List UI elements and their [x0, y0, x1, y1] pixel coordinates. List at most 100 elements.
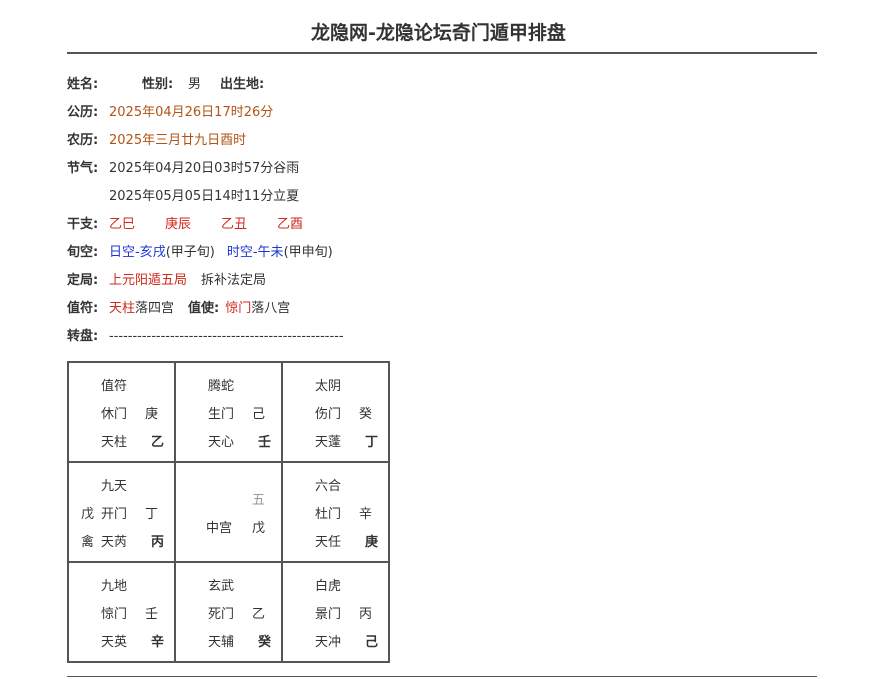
star-stem: 丙	[151, 535, 165, 550]
zhifu-label: 值符:	[67, 301, 99, 316]
star-name: 天辅	[208, 635, 235, 650]
row-ganzhi: 干支: 乙巳 庚辰 乙丑 乙酉	[67, 212, 787, 240]
door-stem: 庚	[145, 407, 159, 422]
door-name: 开门	[101, 507, 128, 522]
lunar-value: 2025年三月廿九日酉时	[109, 133, 247, 148]
palace-cell: 九地 惊门 壬 天英 辛	[67, 561, 176, 663]
palace-cell: 玄武 死门 乙 天辅 癸	[174, 561, 283, 663]
star-name: 天蓬	[315, 435, 342, 450]
ju-value: 上元阳遁五局	[109, 273, 188, 288]
door-name: 伤门	[315, 407, 342, 422]
solar-term-1: 2025年04月20日03时57分谷雨	[109, 161, 300, 176]
info-section: 姓名: 性别: 男 出生地: 公历: 2025年04月26日17时26分 农历: 2025…	[67, 72, 787, 352]
center-stem: 戊	[252, 521, 266, 536]
birthplace-label: 出生地:	[220, 77, 265, 92]
door-name: 杜门	[315, 507, 342, 522]
ganzhi-label: 干支:	[67, 217, 99, 232]
name-label: 姓名:	[67, 77, 99, 92]
row-xunkong: 旬空: 日空-亥戌(甲子旬) 时空-午未(甲申旬)	[67, 240, 787, 268]
star-name: 天柱	[101, 435, 128, 450]
row-zhifu: 值符: 天柱落四宫 值使: 惊门落八宫	[67, 296, 787, 324]
star-name: 天心	[208, 435, 235, 450]
god-name: 腾蛇	[208, 379, 235, 394]
row-ju: 定局: 上元阳遁五局 拆补法定局	[67, 268, 787, 296]
row-solar: 公历: 2025年04月26日17时26分	[67, 100, 787, 128]
hour-xun: (甲申旬)	[283, 245, 333, 260]
god-name: 白虎	[315, 579, 342, 594]
row-solar-term-1: 节气: 2025年04月20日03时57分谷雨	[67, 156, 787, 184]
god-name: 值符	[101, 379, 128, 394]
star-stem: 癸	[258, 635, 272, 650]
door-stem: 丁	[145, 507, 159, 522]
zhishi-palace: 落八宫	[251, 301, 291, 316]
zhuanpan-dashes: ----------------------------------------…	[109, 329, 344, 344]
row-basic: 姓名: 性别: 男 出生地:	[67, 72, 787, 100]
door-stem: 乙	[252, 607, 266, 622]
zhishi-label: 值使:	[188, 301, 220, 316]
palace-cell: 白虎 景门 丙 天冲 己	[281, 561, 390, 663]
ju-method: 拆补法定局	[201, 273, 267, 288]
palace-cell: 九天 戊 开门 丁 禽 天芮 丙	[67, 461, 176, 563]
star-prefix: 禽	[81, 535, 95, 550]
star-name: 天任	[315, 535, 342, 550]
palace-cell: 腾蛇 生门 己 天心 壬	[174, 361, 283, 463]
qimen-grid: 值符 休门 庚 天柱 乙 腾蛇 生门 己 天心 壬 太阴 伤门 癸 天蓬 丁 九…	[67, 361, 390, 663]
solar-term-2: 2025年05月05日14时11分立夏	[109, 189, 300, 204]
god-name: 玄武	[208, 579, 235, 594]
star-stem: 壬	[258, 435, 272, 450]
palace-cell: 值符 休门 庚 天柱 乙	[67, 361, 176, 463]
star-stem: 辛	[151, 635, 165, 650]
day-xun: (甲子旬)	[165, 245, 215, 260]
row-zhuanpan: 转盘: -------------------------------------…	[67, 324, 787, 352]
god-name: 九天	[101, 479, 128, 494]
ganzhi-year: 乙巳	[109, 217, 136, 232]
ganzhi-month: 庚辰	[165, 217, 192, 232]
palace-cell: 六合 杜门 辛 天任 庚	[281, 461, 390, 563]
solar-term-label: 节气:	[67, 161, 99, 176]
star-stem: 乙	[151, 435, 165, 450]
door-stem: 丙	[359, 607, 373, 622]
solar-label: 公历:	[67, 105, 99, 120]
row-lunar: 农历: 2025年三月廿九日酉时	[67, 128, 787, 156]
center-label: 中宫	[206, 521, 233, 536]
lunar-label: 农历:	[67, 133, 99, 148]
solar-value: 2025年04月26日17时26分	[109, 105, 274, 120]
door-name: 惊门	[101, 607, 128, 622]
bottom-divider	[67, 676, 817, 677]
palace-cell: 太阴 伤门 癸 天蓬 丁	[281, 361, 390, 463]
door-stem: 己	[252, 407, 266, 422]
zhifu-palace: 落四宫	[135, 301, 175, 316]
door-stem: 癸	[359, 407, 373, 422]
star-name: 天芮	[101, 535, 128, 550]
xunkong-label: 旬空:	[67, 245, 99, 260]
god-name: 六合	[315, 479, 342, 494]
hour-kong: 时空-午未	[226, 245, 284, 260]
door-name: 景门	[315, 607, 342, 622]
door-prefix: 戊	[81, 507, 95, 522]
top-divider	[67, 52, 817, 54]
zhifu-star: 天柱	[109, 301, 136, 316]
ju-label: 定局:	[67, 273, 99, 288]
ganzhi-day: 乙丑	[221, 217, 248, 232]
star-stem: 丁	[365, 435, 379, 450]
center-number: 五	[252, 493, 266, 508]
star-name: 天冲	[315, 635, 342, 650]
zhuanpan-label: 转盘:	[67, 329, 99, 344]
door-name: 生门	[208, 407, 235, 422]
center-palace-cell: 五 中宫 戊	[174, 461, 283, 563]
ganzhi-hour: 乙酉	[277, 217, 304, 232]
page-title: 龙隐网-龙隐论坛奇门遁甲排盘	[311, 22, 566, 44]
door-name: 死门	[208, 607, 235, 622]
door-stem: 辛	[359, 507, 373, 522]
god-name: 九地	[101, 579, 128, 594]
god-name: 太阴	[315, 379, 342, 394]
door-stem: 壬	[145, 607, 159, 622]
gender-label: 性别:	[142, 77, 174, 92]
zhishi-door: 惊门	[225, 301, 252, 316]
star-name: 天英	[101, 635, 128, 650]
row-solar-term-2: 2025年05月05日14时11分立夏	[67, 184, 787, 212]
star-stem: 己	[365, 635, 379, 650]
gender-value: 男	[188, 77, 202, 92]
day-kong: 日空-亥戌	[109, 245, 166, 260]
door-name: 休门	[101, 407, 128, 422]
